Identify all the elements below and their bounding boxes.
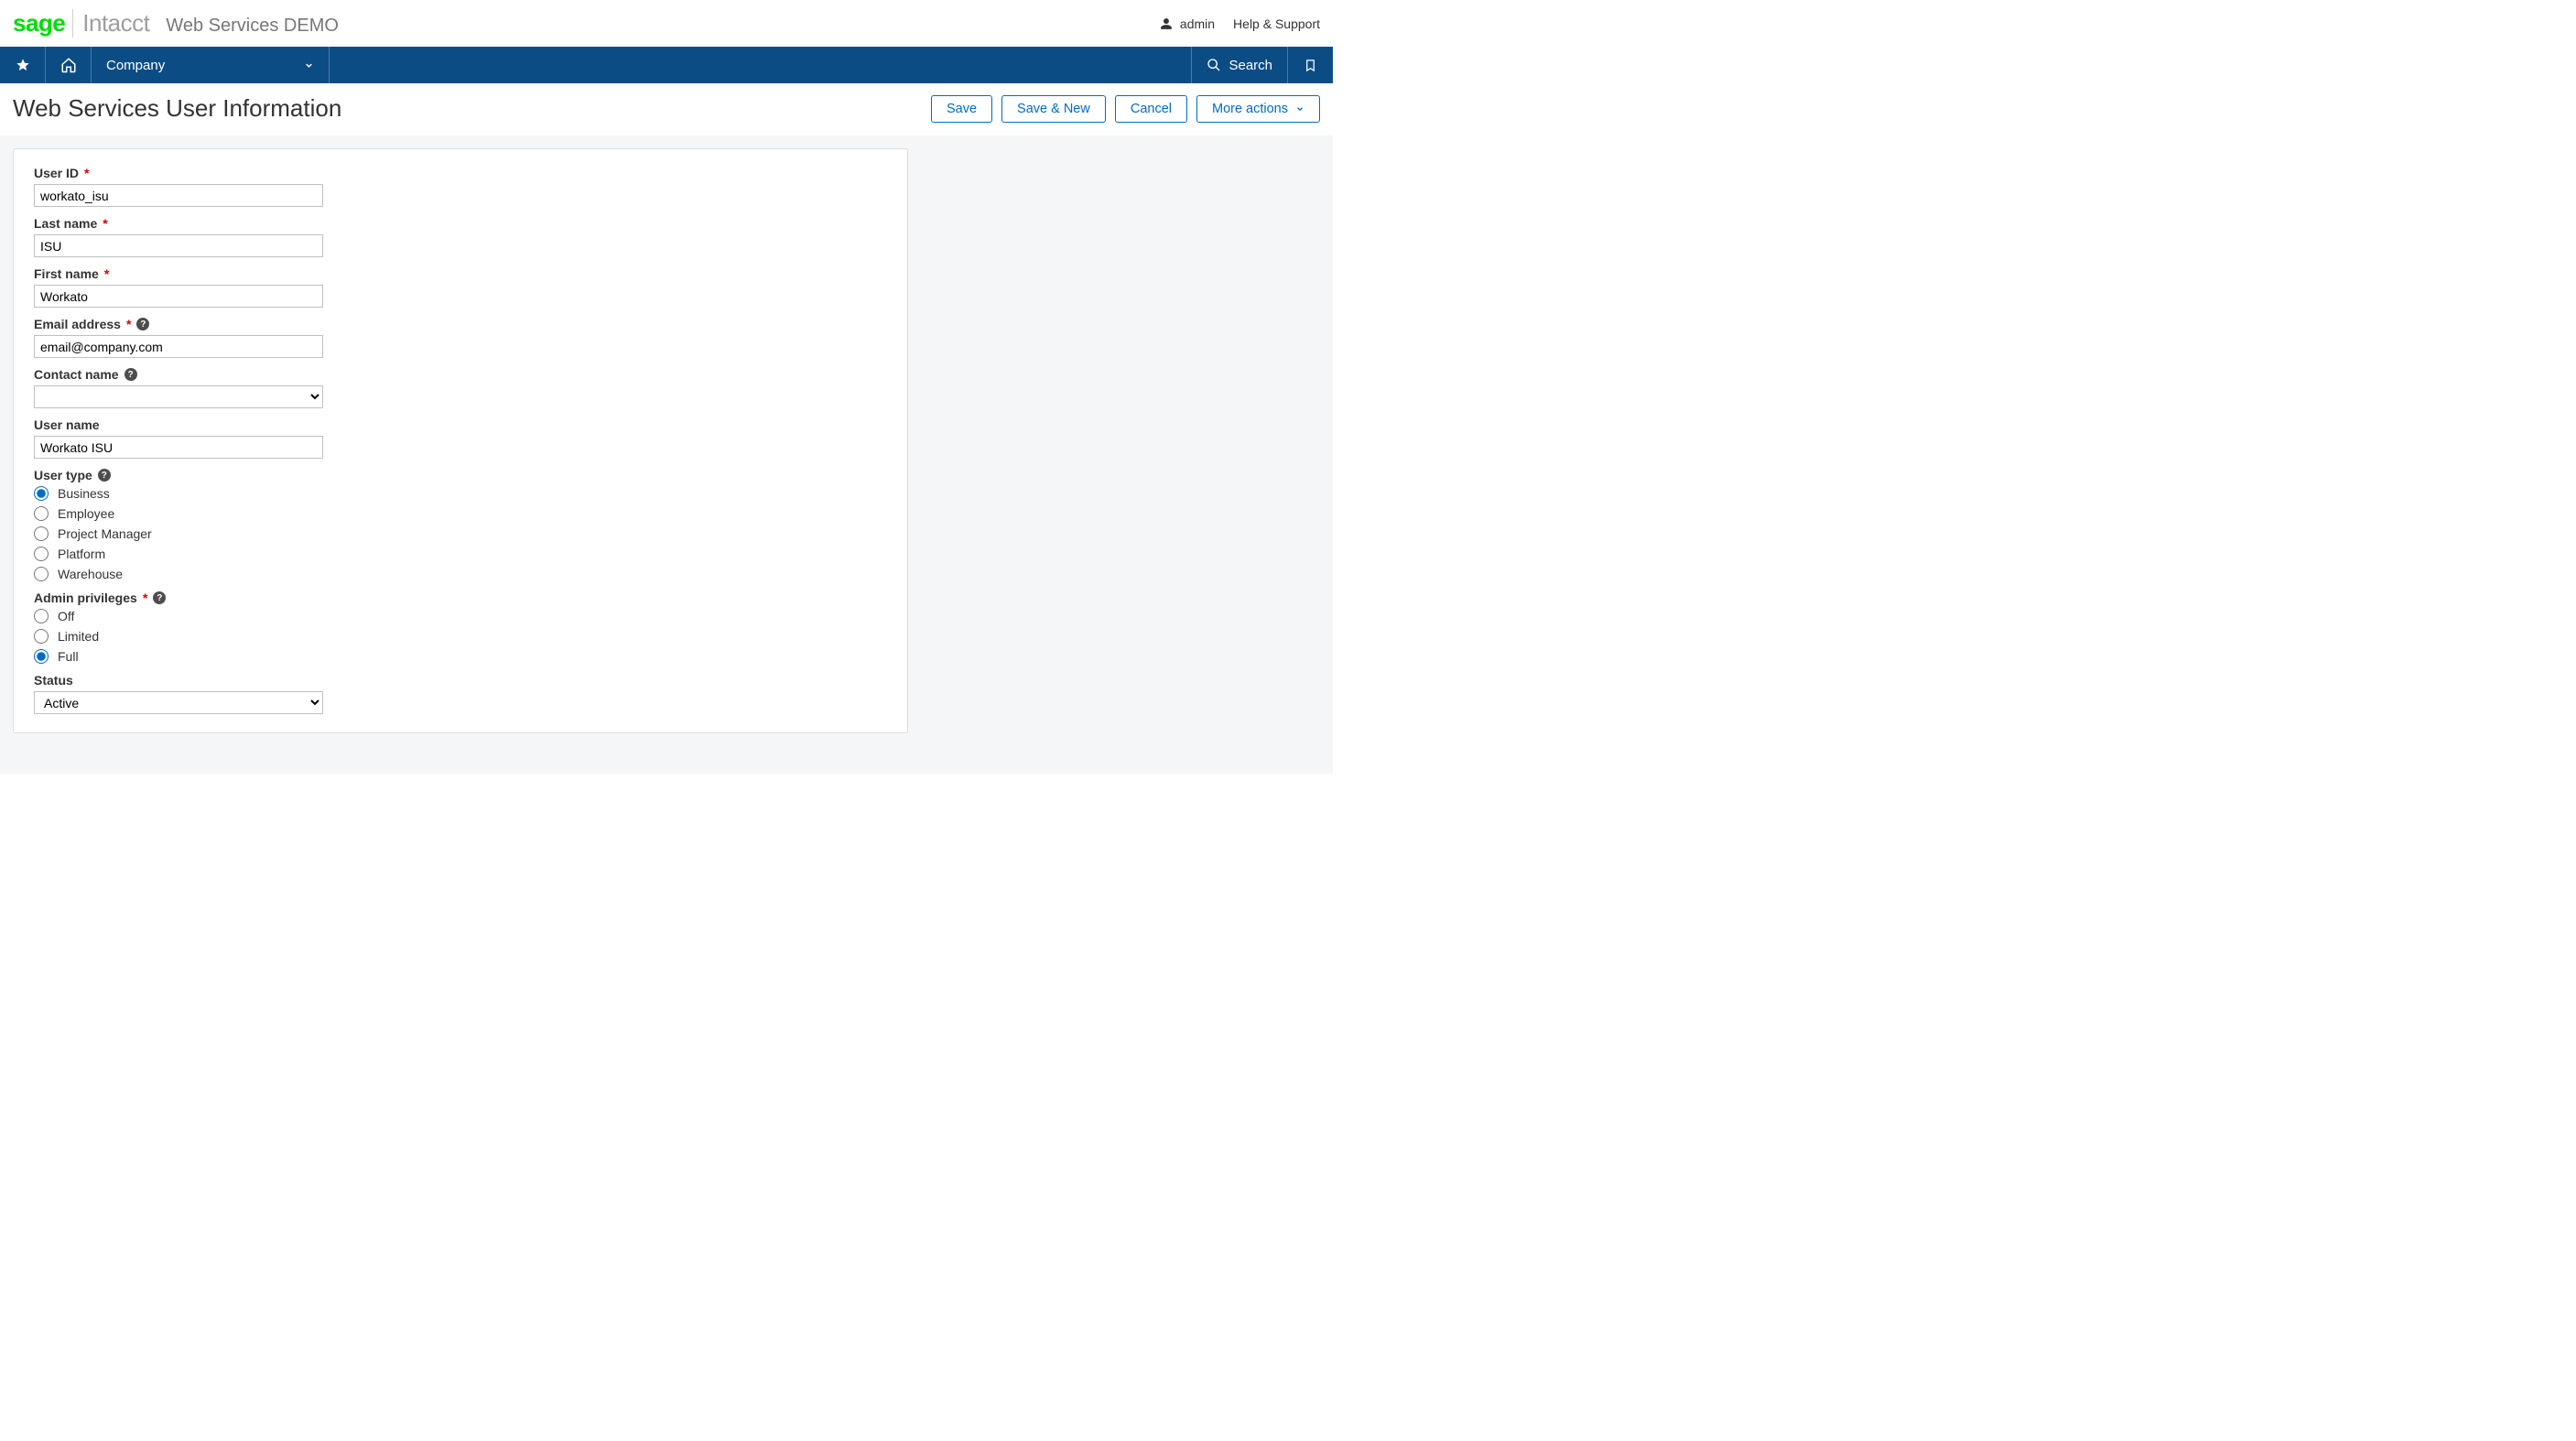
brand-sage: sage xyxy=(13,9,65,38)
required-marker: * xyxy=(126,317,131,331)
home-icon xyxy=(60,57,77,73)
page-title: Web Services User Information xyxy=(13,94,341,123)
action-buttons: Save Save & New Cancel More actions xyxy=(931,95,1320,123)
field-user-type: User type ? Business Employee Project Ma… xyxy=(34,468,887,581)
help-support-link[interactable]: Help & Support xyxy=(1233,16,1320,31)
contact-name-select[interactable] xyxy=(34,385,323,408)
current-user[interactable]: admin xyxy=(1160,16,1215,31)
bookmark-icon xyxy=(1304,59,1317,72)
radio-user-type-project-manager: Project Manager xyxy=(34,526,887,541)
brand-intacct: Intacct xyxy=(72,9,149,38)
tenant-name: Web Services DEMO xyxy=(166,16,339,37)
radio-admin-full-input[interactable] xyxy=(34,649,49,664)
label-first-name: First name xyxy=(34,266,99,281)
cancel-button[interactable]: Cancel xyxy=(1115,95,1187,123)
radio-label[interactable]: Platform xyxy=(58,547,105,561)
radio-label[interactable]: Full xyxy=(58,649,79,664)
label-last-name: Last name xyxy=(34,216,97,231)
user-name-input[interactable] xyxy=(34,436,323,459)
field-admin-privileges: Admin privileges * ? Off Limited Full xyxy=(34,590,887,664)
help-icon[interactable]: ? xyxy=(136,318,149,330)
nav-home-button[interactable] xyxy=(46,47,92,83)
more-actions-button[interactable]: More actions xyxy=(1196,95,1320,123)
radio-user-type-warehouse-input[interactable] xyxy=(34,567,49,581)
help-icon[interactable]: ? xyxy=(153,591,166,604)
radio-user-type-project-manager-input[interactable] xyxy=(34,526,49,541)
required-marker: * xyxy=(84,166,89,180)
field-email: Email address * ? xyxy=(34,317,887,358)
radio-admin-off: Off xyxy=(34,609,887,623)
field-user-name: User name xyxy=(34,417,887,459)
radio-user-type-employee: Employee xyxy=(34,506,887,521)
required-marker: * xyxy=(104,266,109,281)
label-admin-privileges: Admin privileges xyxy=(34,590,137,605)
save-and-new-button[interactable]: Save & New xyxy=(1001,95,1106,123)
last-name-input[interactable] xyxy=(34,234,323,257)
nav-search-label: Search xyxy=(1228,58,1272,73)
user-type-radio-group: Business Employee Project Manager Platfo… xyxy=(34,486,887,581)
nav-module-dropdown[interactable]: Company xyxy=(92,47,330,83)
search-icon xyxy=(1207,58,1221,72)
admin-priv-radio-group: Off Limited Full xyxy=(34,609,887,664)
page-body: Web Services User Information Save Save … xyxy=(0,83,1333,774)
required-marker: * xyxy=(143,590,147,605)
field-user-id: User ID * xyxy=(34,166,887,207)
radio-user-type-employee-input[interactable] xyxy=(34,506,49,521)
status-select[interactable]: Active xyxy=(34,691,323,714)
nav-search-button[interactable]: Search xyxy=(1191,47,1287,83)
radio-label[interactable]: Limited xyxy=(58,629,99,644)
radio-admin-off-input[interactable] xyxy=(34,609,49,623)
radio-admin-full: Full xyxy=(34,649,887,664)
brand-block: sage Intacct Web Services DEMO xyxy=(13,9,339,38)
chevron-down-icon xyxy=(304,60,314,70)
form-card: User ID * Last name * First name * Email… xyxy=(13,148,908,733)
radio-user-type-warehouse: Warehouse xyxy=(34,567,887,581)
help-icon[interactable]: ? xyxy=(124,368,137,381)
radio-admin-limited-input[interactable] xyxy=(34,629,49,644)
radio-user-type-business-input[interactable] xyxy=(34,486,49,501)
label-contact-name: Contact name xyxy=(34,367,119,382)
label-user-type: User type xyxy=(34,468,92,482)
top-right-links: admin Help & Support xyxy=(1160,16,1320,31)
main-navbar: Company Search xyxy=(0,47,1333,83)
label-user-id: User ID xyxy=(34,166,79,180)
radio-admin-limited: Limited xyxy=(34,629,887,644)
label-user-name: User name xyxy=(34,417,100,432)
nav-favorites-button[interactable] xyxy=(0,47,46,83)
top-header: sage Intacct Web Services DEMO admin Hel… xyxy=(0,0,1333,47)
page-header: Web Services User Information Save Save … xyxy=(0,83,1333,135)
radio-user-type-platform-input[interactable] xyxy=(34,547,49,561)
nav-spacer xyxy=(330,47,1191,83)
user-icon xyxy=(1160,17,1173,30)
nav-bookmark-button[interactable] xyxy=(1287,47,1333,83)
star-icon xyxy=(16,58,30,72)
radio-label[interactable]: Off xyxy=(58,609,74,623)
radio-label[interactable]: Business xyxy=(58,486,110,501)
radio-user-type-business: Business xyxy=(34,486,887,501)
field-first-name: First name * xyxy=(34,266,887,308)
current-user-label: admin xyxy=(1180,16,1215,31)
first-name-input[interactable] xyxy=(34,285,323,308)
help-icon[interactable]: ? xyxy=(98,469,111,482)
radio-label[interactable]: Employee xyxy=(58,506,114,521)
field-contact-name: Contact name ? xyxy=(34,367,887,408)
field-last-name: Last name * xyxy=(34,216,887,257)
label-email: Email address xyxy=(34,317,121,331)
save-button[interactable]: Save xyxy=(931,95,992,123)
required-marker: * xyxy=(103,216,107,231)
email-input[interactable] xyxy=(34,335,323,358)
chevron-down-icon xyxy=(1295,104,1304,114)
radio-user-type-platform: Platform xyxy=(34,547,887,561)
radio-label[interactable]: Project Manager xyxy=(58,526,152,541)
radio-label[interactable]: Warehouse xyxy=(58,567,123,581)
user-id-input[interactable] xyxy=(34,184,323,207)
nav-module-label: Company xyxy=(106,58,165,73)
field-status: Status Active xyxy=(34,673,887,714)
label-status: Status xyxy=(34,673,73,688)
